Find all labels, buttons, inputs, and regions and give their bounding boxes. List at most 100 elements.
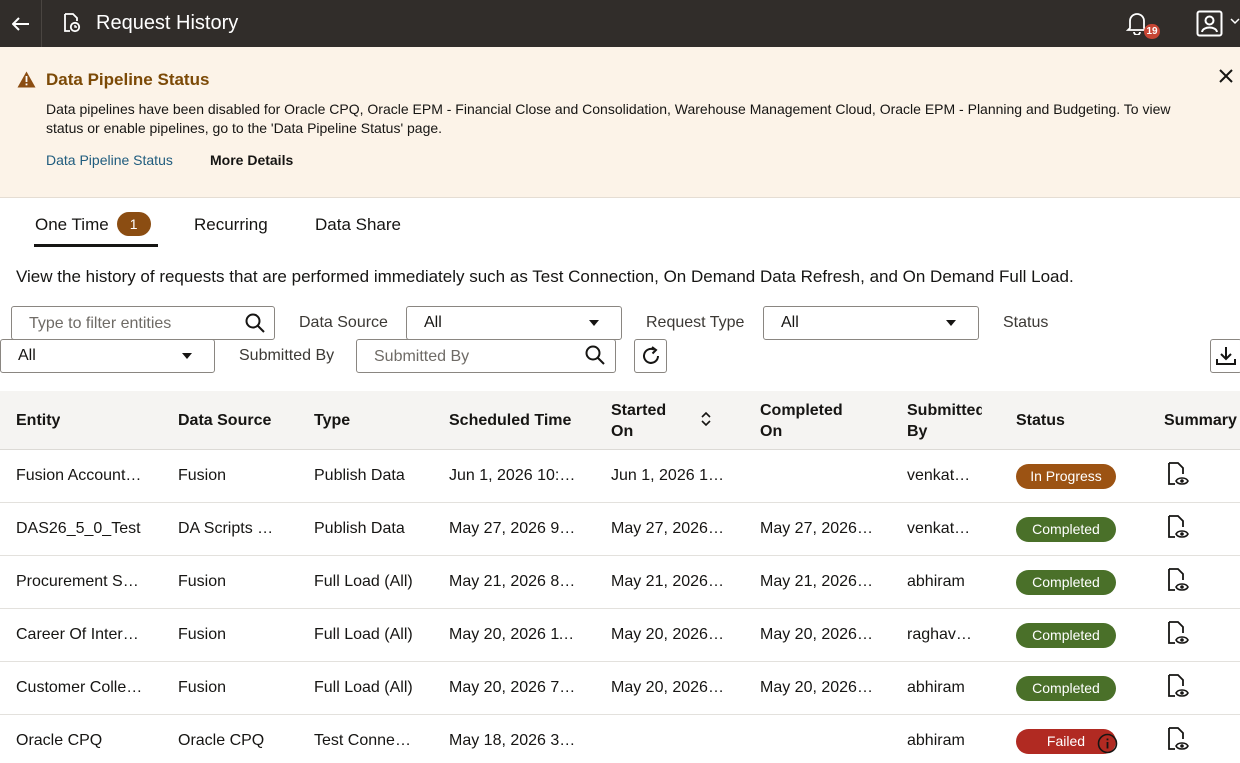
cell-type: Test Connection <box>314 732 414 749</box>
entity-filter <box>11 306 275 340</box>
status-filter-label: Status <box>1003 314 1049 331</box>
view-summary-icon[interactable] <box>1167 674 1189 700</box>
cell-scheduled-time: May 21, 2026 8:00 AM <box>449 573 579 590</box>
chevron-down-icon[interactable] <box>1230 18 1240 26</box>
page-title: Request History <box>96 12 239 34</box>
tab-count-badge: 1 <box>116 212 151 236</box>
cell-scheduled-time: May 20, 2026 11:00 AM <box>449 626 579 643</box>
search-icon[interactable] <box>585 345 605 365</box>
status-badge: Completed <box>1016 570 1116 595</box>
cell-submitted-by: venkatesh <box>907 467 979 484</box>
pipeline-status-banner: Data Pipeline Status Data pipelines have… <box>0 47 1240 198</box>
column-header-completed-on[interactable]: Completed On <box>760 400 843 442</box>
cell-submitted-by: abhiram <box>907 679 965 696</box>
cell-started-on: May 21, 2026 8:00 AM <box>611 573 726 590</box>
top-bar: Request History 19 <box>0 0 1240 47</box>
table-row[interactable]: Procurement Spend Fusion Full Load (All) Ma… <box>0 556 1240 609</box>
request-type-label: Request Type <box>646 314 745 331</box>
table-row[interactable]: DAS26_5_0_Test DA Scripts Source Publish D… <box>0 503 1240 556</box>
submitted-by-filter <box>356 339 616 373</box>
entity-filter-input[interactable] <box>29 313 229 335</box>
tab-one-time[interactable]: One Time 1 <box>35 212 151 236</box>
data-source-select[interactable]: All <box>406 306 622 340</box>
status-value: All <box>18 347 36 364</box>
cell-submitted-by: raghavendra <box>907 626 979 643</box>
data-pipeline-status-link[interactable]: Data Pipeline Status <box>46 152 173 168</box>
status-select[interactable]: All <box>0 339 215 373</box>
more-details-link[interactable]: More Details <box>210 152 293 168</box>
cell-type: Full Load (All) <box>314 679 413 696</box>
data-source-label: Data Source <box>299 314 388 331</box>
table-row[interactable]: Fusion Accounting Hub Fusion Publish Data J… <box>0 450 1240 503</box>
cell-data-source: Fusion <box>178 679 227 696</box>
notification-badge: 19 <box>1144 24 1160 39</box>
view-summary-icon[interactable] <box>1167 462 1189 488</box>
header-line: On <box>611 423 634 440</box>
column-header-type[interactable]: Type <box>314 410 350 431</box>
document-history-icon <box>64 13 81 33</box>
view-summary-icon[interactable] <box>1167 621 1189 647</box>
column-header-summary[interactable]: Summary <box>1164 410 1240 431</box>
column-header-status[interactable]: Status <box>1016 410 1065 431</box>
data-source-value: All <box>424 314 442 331</box>
download-button[interactable] <box>1210 339 1240 373</box>
cell-completed-on: May 21, 2026 8:45 AM <box>760 573 875 590</box>
request-history-table: Entity Data Source Type Scheduled Time S… <box>0 391 1240 763</box>
cell-submitted-by: abhiram <box>907 732 965 749</box>
cell-started-on: Jun 1, 2026 10:00 AM <box>611 467 726 484</box>
request-type-value: All <box>781 314 799 331</box>
cell-scheduled-time: May 20, 2026 7:00 AM <box>449 679 579 696</box>
table-row[interactable]: Career Of Interest Fusion Full Load (All) M… <box>0 609 1240 662</box>
back-button[interactable] <box>0 0 42 47</box>
banner-message: Data pipelines have been disabled for Or… <box>46 101 1171 136</box>
column-header-submitted-by[interactable]: Submitted By <box>907 400 982 442</box>
caret-down-icon <box>182 353 192 359</box>
banner-title: Data Pipeline Status <box>46 70 210 89</box>
close-icon[interactable] <box>1219 69 1233 83</box>
cell-scheduled-time: Jun 1, 2026 10:00 AM <box>449 467 579 484</box>
submitted-by-label: Submitted By <box>239 347 335 364</box>
table-row[interactable]: Oracle CPQ Oracle CPQ Test Connection May 1… <box>0 715 1240 763</box>
search-icon[interactable] <box>245 313 265 333</box>
header-line: Started <box>611 402 667 419</box>
header-line: Submitted <box>907 402 982 419</box>
view-summary-icon[interactable] <box>1167 727 1189 753</box>
cell-data-source: Fusion <box>178 626 227 643</box>
cell-entity: Customer Collections <box>16 679 144 696</box>
tab-data-share[interactable]: Data Share <box>315 215 401 235</box>
view-summary-icon[interactable] <box>1167 568 1189 594</box>
column-header-started-on[interactable]: Started On <box>611 400 666 442</box>
tab-recurring[interactable]: Recurring <box>194 215 268 235</box>
cell-started-on: May 27, 2026 9:00 AM <box>611 520 726 537</box>
sort-icon[interactable] <box>700 410 712 428</box>
table-row[interactable]: Customer Collections Fusion Full Load (All… <box>0 662 1240 715</box>
cell-data-source: Oracle CPQ <box>178 732 265 749</box>
caret-down-icon <box>946 320 956 326</box>
header-line: By <box>907 423 928 440</box>
arrow-left-icon <box>11 16 29 31</box>
cell-data-source: DA Scripts Source <box>178 520 278 537</box>
download-icon <box>1216 347 1236 365</box>
submitted-by-input[interactable] <box>374 346 574 368</box>
user-profile-icon[interactable] <box>1196 10 1223 37</box>
cell-started-on: May 20, 2026 11:00 AM <box>611 626 726 643</box>
cell-type: Publish Data <box>314 520 405 537</box>
refresh-icon <box>642 346 659 364</box>
cell-completed-on: May 27, 2026 9:30 AM <box>760 520 875 537</box>
column-header-scheduled-time[interactable]: Scheduled Time <box>449 410 571 431</box>
tab-label: One Time <box>35 215 109 234</box>
warning-icon <box>17 71 36 88</box>
request-type-select[interactable]: All <box>763 306 979 340</box>
caret-down-icon <box>589 320 599 326</box>
table-body: Fusion Accounting Hub Fusion Publish Data J… <box>0 450 1240 763</box>
cell-submitted-by: venkatesh <box>907 520 979 537</box>
info-icon[interactable] <box>1097 733 1118 754</box>
cell-entity: Oracle CPQ <box>16 732 103 749</box>
column-header-data-source[interactable]: Data Source <box>178 410 271 431</box>
cell-entity: Procurement Spend <box>16 573 144 590</box>
header-line: On <box>760 423 783 440</box>
refresh-button[interactable] <box>634 339 667 373</box>
view-summary-icon[interactable] <box>1167 515 1189 541</box>
column-header-entity[interactable]: Entity <box>16 410 60 431</box>
cell-data-source: Fusion <box>178 573 227 590</box>
